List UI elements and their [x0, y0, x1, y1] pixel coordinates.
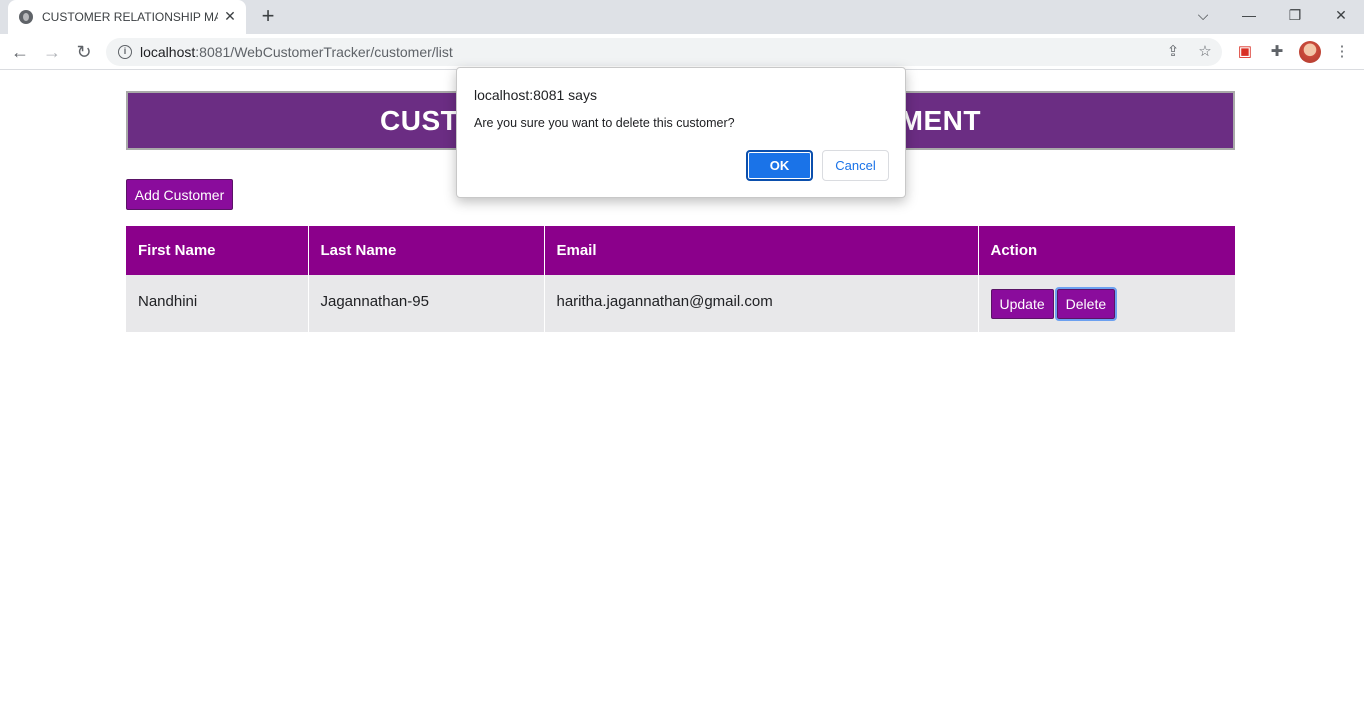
url-host: localhost: [140, 44, 196, 60]
header-last-name: Last Name: [308, 226, 545, 275]
header-first-name: First Name: [126, 226, 309, 275]
globe-icon: [19, 10, 33, 24]
tab-strip: CUSTOMER RELATIONSHIP MANAGEMENT ✕ + ⌵ —…: [0, 0, 1364, 34]
restore-icon[interactable]: ❐: [1281, 4, 1309, 26]
browser-toolbar: ← → ↻ i localhost:8081/WebCustomerTracke…: [0, 34, 1364, 70]
extension-shield-icon[interactable]: ▣: [1235, 42, 1255, 62]
address-bar[interactable]: i localhost:8081/WebCustomerTracker/cust…: [106, 38, 1222, 66]
profile-avatar[interactable]: [1299, 41, 1321, 63]
cell-last-name: Jagannathan-95: [308, 275, 545, 332]
confirm-dialog: localhost:8081 says Are you sure you wan…: [456, 67, 906, 198]
minimize-icon[interactable]: —: [1235, 4, 1263, 26]
new-tab-icon[interactable]: +: [256, 5, 280, 29]
update-button[interactable]: Update: [990, 289, 1054, 319]
back-icon[interactable]: ←: [8, 40, 32, 64]
url-text: localhost:8081/WebCustomerTracker/custom…: [140, 44, 453, 60]
add-customer-button[interactable]: Add Customer: [126, 179, 233, 210]
delete-button[interactable]: Delete: [1054, 287, 1118, 321]
dialog-ok-button[interactable]: OK: [746, 150, 813, 181]
reload-icon[interactable]: ↻: [72, 40, 96, 64]
tab-title: CUSTOMER RELATIONSHIP MANAGEMENT: [42, 10, 218, 24]
info-icon[interactable]: i: [118, 45, 132, 59]
url-path: :8081/WebCustomerTracker/customer/list: [195, 44, 453, 60]
header-email: Email: [544, 226, 979, 275]
star-icon[interactable]: ☆: [1195, 42, 1215, 62]
table-header-row: First Name Last Name Email Action: [126, 226, 1235, 275]
dialog-origin: localhost:8081 says: [474, 87, 597, 103]
header-action: Action: [978, 226, 1235, 275]
close-window-icon[interactable]: ✕: [1327, 4, 1355, 26]
customer-table: First Name Last Name Email Action Nandhi…: [126, 226, 1235, 332]
menu-kebab-icon[interactable]: ⋮: [1332, 42, 1352, 62]
cell-first-name: Nandhini: [126, 275, 309, 332]
forward-icon[interactable]: →: [40, 40, 64, 64]
table-row: Nandhini Jagannathan-95 haritha.jagannat…: [126, 275, 1235, 332]
tab-search-chevron-icon[interactable]: ⌵: [1189, 4, 1217, 26]
cell-email: haritha.jagannathan@gmail.com: [544, 275, 979, 332]
extensions-puzzle-icon[interactable]: ✚: [1267, 42, 1287, 62]
cell-action: Update Delete: [978, 275, 1235, 332]
tab-close-icon[interactable]: ✕: [222, 8, 238, 24]
share-icon[interactable]: ⇪: [1163, 42, 1183, 62]
dialog-message: Are you sure you want to delete this cus…: [474, 116, 735, 130]
browser-tab[interactable]: CUSTOMER RELATIONSHIP MANAGEMENT ✕: [8, 0, 246, 34]
dialog-cancel-button[interactable]: Cancel: [822, 150, 889, 181]
